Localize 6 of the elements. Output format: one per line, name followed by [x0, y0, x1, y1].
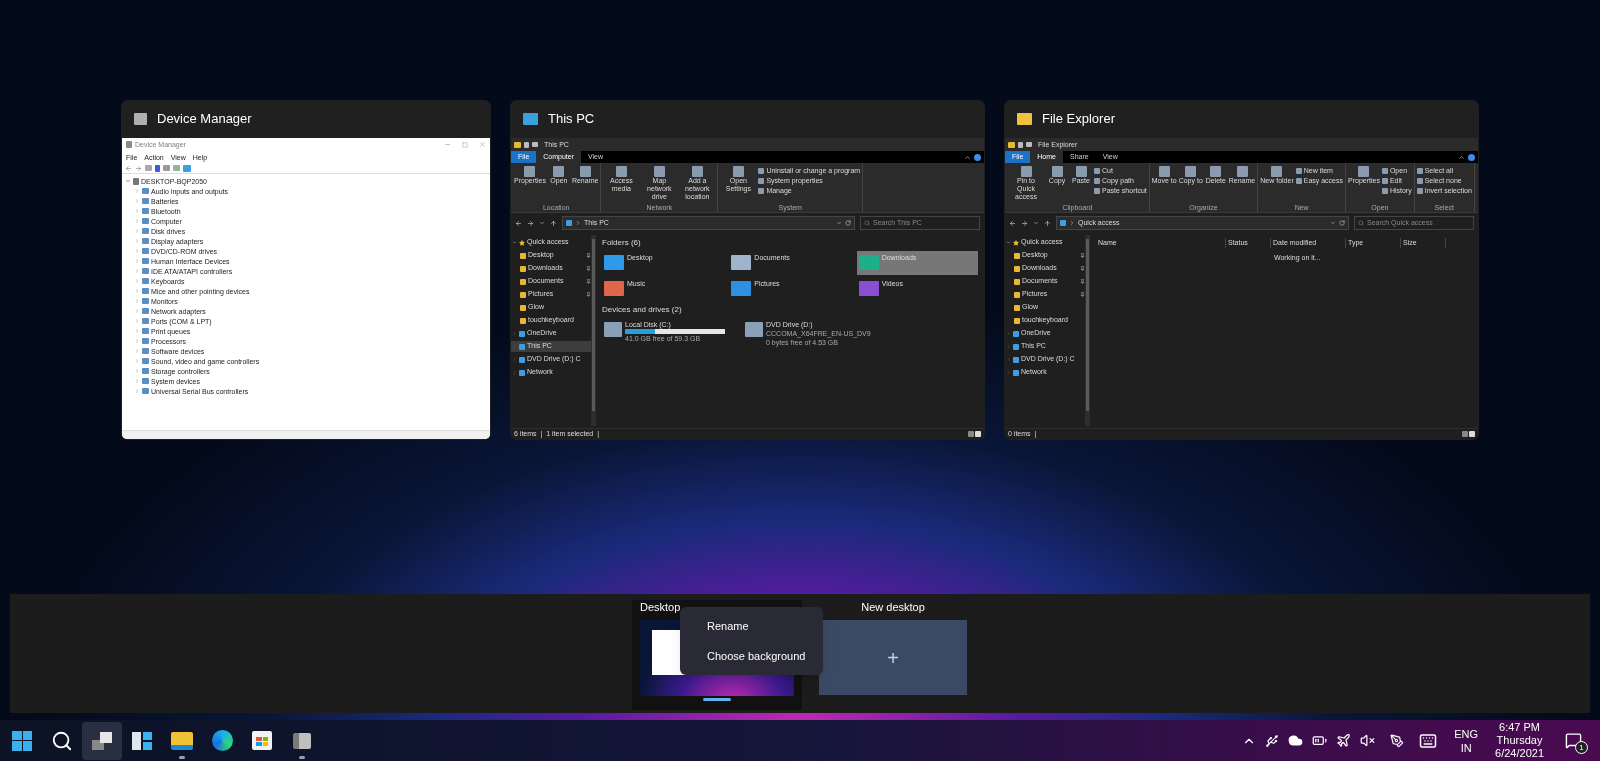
window-title: File Explorer — [1042, 110, 1115, 129]
window-title: This PC — [548, 110, 595, 129]
notification-badge: 1 — [1575, 741, 1588, 754]
desktop-label: Desktop — [640, 600, 681, 614]
desktop-label: New desktop — [861, 600, 925, 614]
window-title: Device Manager — [157, 110, 252, 129]
